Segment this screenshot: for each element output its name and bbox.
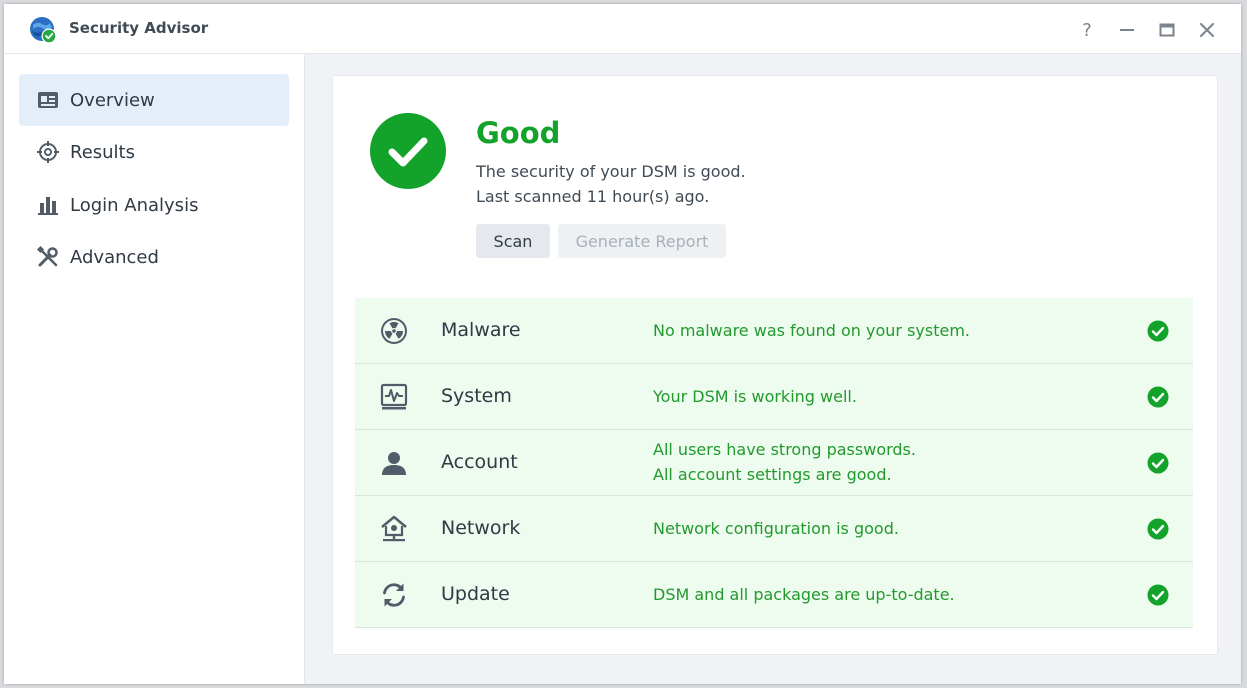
category-row-update[interactable]: Update DSM and all packages are up-to-da…: [355, 562, 1193, 628]
help-button[interactable]: ?: [1074, 17, 1100, 43]
main-content: Good The security of your DSM is good. L…: [305, 54, 1241, 684]
sidebar-item-advanced[interactable]: Advanced: [19, 231, 289, 283]
sidebar: Overview Results Login Analysis Advanced: [4, 54, 305, 684]
check-circle-icon: [1147, 386, 1169, 408]
maximize-icon: [1159, 23, 1175, 37]
category-row-malware[interactable]: Malware No malware was found on your sys…: [355, 298, 1193, 364]
radiation-icon: [380, 317, 408, 345]
generate-report-button: Generate Report: [558, 224, 726, 258]
category-description: No malware was found on your system.: [653, 321, 970, 340]
close-button[interactable]: [1194, 17, 1220, 43]
check-circle-icon: [1147, 518, 1169, 540]
security-advisor-logo-icon: [28, 15, 58, 45]
title-bar: Security Advisor ?: [4, 4, 1241, 54]
status-message: The security of your DSM is good.: [476, 162, 746, 181]
category-name: Update: [441, 583, 510, 605]
check-circle-icon: [370, 113, 446, 189]
minimize-button[interactable]: [1114, 17, 1140, 43]
window-title: Security Advisor: [69, 19, 209, 37]
system-monitor-icon: [380, 383, 408, 411]
check-circle-icon: [1147, 320, 1169, 342]
category-name: Account: [441, 451, 518, 473]
category-description: DSM and all packages are up-to-date.: [653, 585, 955, 604]
security-advisor-window: Security Advisor ? Overview Results Logi…: [4, 4, 1241, 684]
refresh-icon: [380, 581, 408, 609]
category-description-line-1: All users have strong passwords.: [653, 440, 916, 459]
last-scanned-text: Last scanned 11 hour(s) ago.: [476, 187, 710, 206]
overview-icon: [36, 88, 60, 112]
overview-card: Good The security of your DSM is good. L…: [332, 75, 1218, 655]
sidebar-item-results[interactable]: Results: [19, 126, 289, 178]
sidebar-item-label: Advanced: [70, 246, 159, 268]
user-icon: [380, 449, 408, 477]
sidebar-item-login-analysis[interactable]: Login Analysis: [19, 179, 289, 231]
tools-icon: [36, 245, 60, 269]
close-icon: [1200, 23, 1214, 37]
category-list: Malware No malware was found on your sys…: [355, 298, 1193, 628]
category-name: Network: [441, 517, 521, 539]
status-title: Good: [476, 116, 561, 150]
minimize-icon: [1120, 29, 1134, 31]
category-name: System: [441, 385, 512, 407]
sidebar-item-label: Results: [70, 141, 135, 163]
category-row-account[interactable]: Account All users have strong passwords.…: [355, 430, 1193, 496]
category-description-line-2: All account settings are good.: [653, 465, 892, 484]
bar-chart-icon: [36, 193, 60, 217]
sidebar-item-overview[interactable]: Overview: [19, 74, 289, 126]
crosshair-icon: [36, 140, 60, 164]
category-description: Network configuration is good.: [653, 519, 899, 538]
category-description: Your DSM is working well.: [653, 387, 857, 406]
network-home-icon: [380, 515, 408, 543]
help-icon: ?: [1082, 19, 1092, 41]
check-circle-icon: [1147, 584, 1169, 606]
maximize-button[interactable]: [1154, 17, 1180, 43]
scan-button[interactable]: Scan: [476, 224, 550, 258]
category-row-network[interactable]: Network Network configuration is good.: [355, 496, 1193, 562]
check-circle-icon: [1147, 452, 1169, 474]
category-row-system[interactable]: System Your DSM is working well.: [355, 364, 1193, 430]
category-name: Malware: [441, 319, 521, 341]
sidebar-item-label: Overview: [70, 89, 155, 111]
sidebar-item-label: Login Analysis: [70, 194, 199, 216]
